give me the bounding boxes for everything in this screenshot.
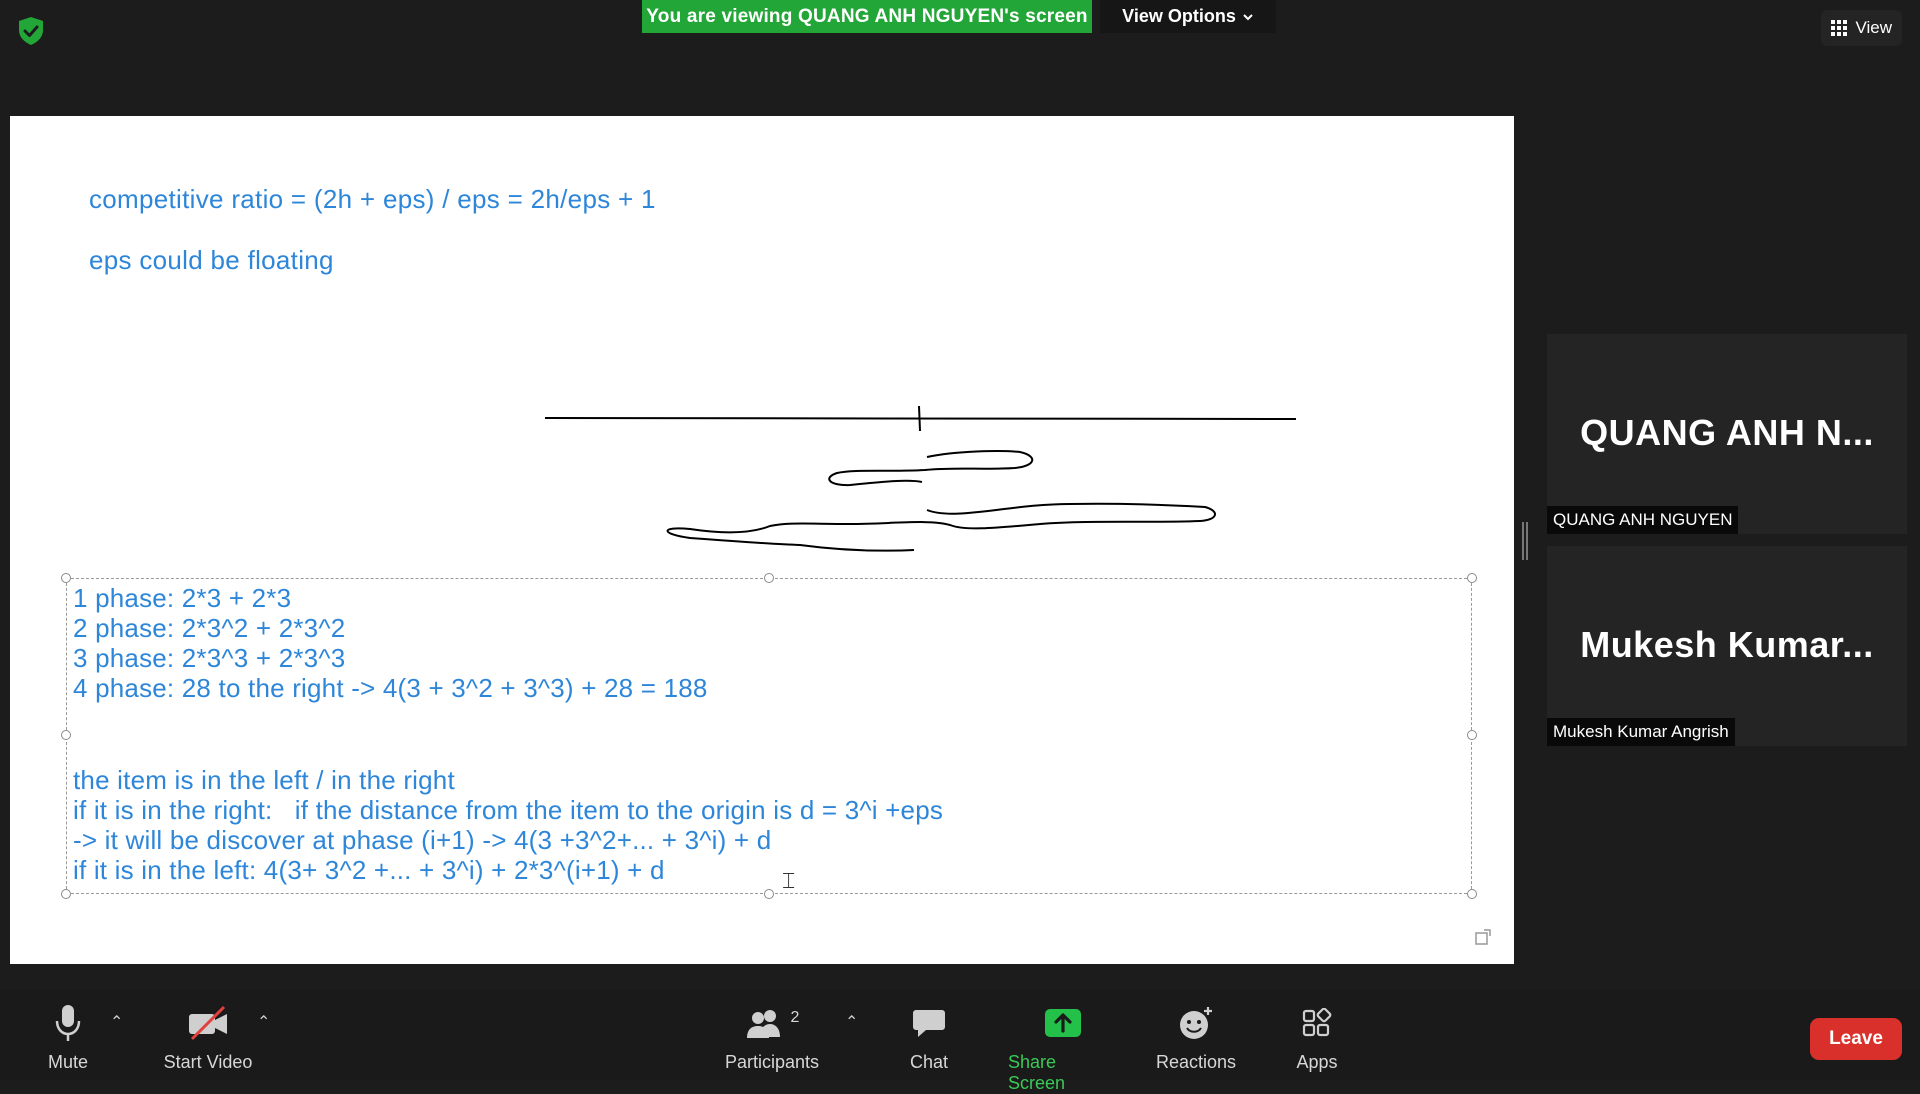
- video-options-caret-icon[interactable]: ⌃: [257, 1012, 270, 1032]
- textbox-line-2: 2 phase: 2*3^2 + 2*3^2: [73, 613, 346, 643]
- resize-handle-top-right[interactable]: [1467, 573, 1477, 583]
- participant-name-label: Mukesh Kumar Angrish: [1547, 718, 1735, 746]
- textbox-line-5: the item is in the left / in the right: [73, 765, 455, 795]
- textbox-line-1: 1 phase: 2*3 + 2*3: [73, 583, 292, 613]
- participant-name-label: QUANG ANH NGUYEN: [1547, 506, 1739, 534]
- shared-screen[interactable]: competitive ratio = (2h + eps) / eps = 2…: [10, 116, 1514, 964]
- reactions-label: Reactions: [1155, 1052, 1237, 1072]
- security-shield-icon[interactable]: [14, 14, 48, 48]
- resize-handle-bottom-middle[interactable]: [764, 889, 774, 899]
- video-off-icon: [189, 1005, 227, 1041]
- resize-handle-top-middle[interactable]: [764, 573, 774, 583]
- textbox-line-4: 4 phase: 28 to the right -> 4(3 + 3^2 + …: [73, 673, 708, 703]
- start-video-button[interactable]: Start Video: [158, 1000, 258, 1073]
- expand-corner-icon[interactable]: [1474, 928, 1492, 946]
- textbox-line-8: if it is in the left: 4(3+ 3^2 +... + 3^…: [73, 855, 665, 885]
- freehand-drawing: [544, 405, 1297, 552]
- textbox-line-6: if it is in the right: if the distance f…: [73, 795, 944, 825]
- participant-tile[interactable]: QUANG ANH N... QUANG ANH NGUYEN: [1547, 334, 1907, 534]
- apps-button[interactable]: Apps: [1292, 1000, 1342, 1073]
- participant-display-name: Mukesh Kumar...: [1580, 624, 1874, 665]
- resize-handle-top-left[interactable]: [61, 573, 71, 583]
- grid-icon: [1831, 20, 1848, 36]
- panel-splitter-handle[interactable]: [1522, 522, 1528, 560]
- meeting-toolbar: Mute ⌃ Start Video ⌃ 2 Participants ⌃ Ch…: [0, 990, 1920, 1093]
- apps-label: Apps: [1296, 1052, 1338, 1072]
- audio-options-caret-icon[interactable]: ⌃: [110, 1012, 123, 1032]
- apps-icon: [1302, 1008, 1332, 1037]
- participant-tile[interactable]: Mukesh Kumar... Mukesh Kumar Angrish: [1547, 546, 1907, 746]
- resize-handle-bottom-left[interactable]: [61, 889, 71, 899]
- participants-options-caret-icon[interactable]: ⌃: [845, 1012, 858, 1032]
- view-label: View: [1855, 18, 1892, 37]
- mute-button[interactable]: Mute: [38, 1000, 98, 1073]
- view-layout-button[interactable]: View: [1821, 10, 1902, 46]
- text-cursor-icon: ⌶: [782, 868, 796, 893]
- chat-button[interactable]: Chat: [904, 1000, 954, 1073]
- text-box[interactable]: 1 phase: 2*3 + 2*3 2 phase: 2*3^2 + 2*3^…: [61, 573, 1477, 899]
- view-options-button[interactable]: View Options: [1100, 0, 1276, 33]
- participants-button[interactable]: 2 Participants: [718, 1000, 826, 1073]
- banner-text: You are viewing QUANG ANH NGUYEN's scree…: [646, 5, 1088, 27]
- participants-count: 2: [790, 1009, 800, 1026]
- mute-label: Mute: [47, 1052, 89, 1072]
- share-screen-icon: [1045, 1009, 1081, 1037]
- textbox-line-3: 3 phase: 2*3^3 + 2*3^3: [73, 643, 346, 673]
- share-screen-label: Share Screen: [1008, 1052, 1066, 1093]
- chat-label: Chat: [909, 1052, 949, 1072]
- start-video-label: Start Video: [163, 1052, 253, 1072]
- leave-button[interactable]: Leave: [1810, 1018, 1902, 1060]
- viewing-screen-banner: You are viewing QUANG ANH NGUYEN's scree…: [642, 0, 1092, 33]
- resize-handle-middle-right[interactable]: [1467, 730, 1477, 740]
- microphone-icon: [55, 1005, 81, 1041]
- reactions-button[interactable]: Reactions: [1154, 1000, 1238, 1073]
- chat-icon: [913, 1010, 945, 1037]
- participant-display-name: QUANG ANH N...: [1580, 412, 1874, 453]
- participants-label: Participants: [724, 1052, 820, 1072]
- chevron-down-icon: [1243, 13, 1253, 20]
- resize-handle-middle-left[interactable]: [61, 730, 71, 740]
- participants-icon: [746, 1010, 780, 1038]
- leave-label: Leave: [1829, 1028, 1883, 1049]
- view-options-label: View Options: [1122, 6, 1236, 26]
- reactions-icon: [1180, 1007, 1212, 1039]
- textbox-line-7: -> it will be discover at phase (i+1) ->…: [73, 825, 772, 855]
- resize-handle-bottom-right[interactable]: [1467, 889, 1477, 899]
